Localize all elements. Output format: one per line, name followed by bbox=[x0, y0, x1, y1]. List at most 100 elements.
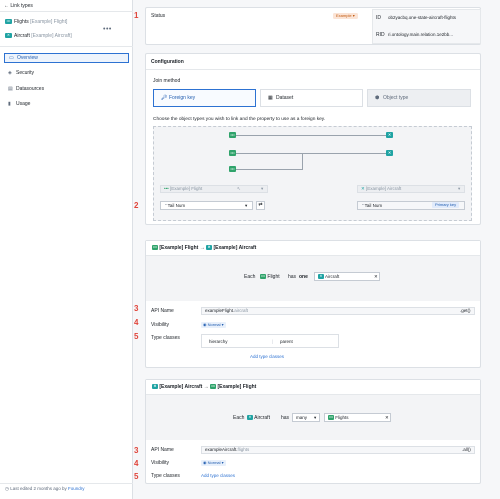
link-flight-to-aircraft-panel: ••• [Example] Flight → ✕ [Example] Aircr… bbox=[145, 240, 481, 368]
id-box: ID ob2yacbq.one-state-aircraft-flights R… bbox=[372, 9, 481, 44]
connector-line bbox=[236, 169, 303, 170]
aircraft-icon: ✕ bbox=[361, 186, 365, 191]
cardinality-sentence: Each ••• Flight has one ✕ Aircraft ✕ bbox=[146, 256, 480, 301]
visibility-dropdown[interactable]: ◉ Normal ▾ bbox=[201, 460, 226, 466]
step-marker: 4 bbox=[134, 459, 139, 468]
flight-node-icon: ••• bbox=[229, 150, 236, 156]
aircraft-node-icon: ✕ bbox=[386, 150, 393, 156]
source-object: ••• Flight bbox=[260, 274, 280, 280]
has-label: has bbox=[288, 274, 297, 280]
add-type-classes-link[interactable]: Add type classes bbox=[201, 473, 235, 478]
configuration-title: Configuration bbox=[151, 59, 184, 65]
type-class-entry[interactable]: hierarchy | parent bbox=[201, 334, 339, 348]
overview-icon: ▭ bbox=[9, 55, 14, 61]
id-key: ID bbox=[376, 15, 381, 21]
join-object-type[interactable]: ⬢ Object type bbox=[367, 89, 471, 107]
sidebar: ← Link types ••• Flights [Example] Flight… bbox=[0, 0, 133, 499]
sidebar-header: ← Link types bbox=[0, 0, 133, 12]
flight-icon: ••• bbox=[260, 274, 266, 280]
link-header: ✕ [Example] Aircraft → ••• [Example] Fli… bbox=[146, 380, 480, 395]
caret-down-icon: ▾ bbox=[245, 203, 248, 208]
eye-icon: ◉ bbox=[203, 460, 207, 465]
status-dropdown[interactable]: Example ▾ bbox=[333, 13, 358, 19]
link-aircraft-to-flight-panel: ✕ [Example] Aircraft → ••• [Example] Fli… bbox=[145, 379, 481, 484]
foundry-link[interactable]: Foundry bbox=[68, 486, 85, 491]
api-name-input[interactable]: exampleFlight.aircraft .get() bbox=[201, 307, 475, 315]
nav-usage[interactable]: ▮ Usage bbox=[4, 99, 129, 109]
left-object-select[interactable]: ••• [Example] Flight ↖ ▾ bbox=[160, 185, 268, 193]
connector-line bbox=[302, 153, 303, 170]
caret-down-icon: ▾ bbox=[221, 460, 224, 465]
step-marker: 5 bbox=[134, 332, 139, 341]
flight-node-icon: ••• bbox=[229, 166, 236, 172]
target-object-field[interactable]: ✕ Aircraft ✕ bbox=[314, 272, 380, 281]
nav-security[interactable]: ◈ Security bbox=[4, 68, 129, 78]
api-name-input[interactable]: exampleAircraft.flights .all() bbox=[201, 446, 475, 454]
link-header: ••• [Example] Flight → ✕ [Example] Aircr… bbox=[146, 241, 480, 256]
status-label: Status bbox=[151, 13, 166, 19]
type-classes-label: Type classes bbox=[151, 473, 180, 479]
divider bbox=[0, 46, 133, 47]
aircraft-icon: ✕ bbox=[318, 274, 324, 280]
status-panel: Status Example ▾ ID ob2yacbq.one-state-a… bbox=[145, 7, 481, 45]
step-marker: 3 bbox=[134, 304, 139, 313]
swap-button[interactable]: ⇄ bbox=[256, 201, 265, 210]
aircraft-icon: ✕ bbox=[152, 384, 158, 390]
flight-node-icon: ••• bbox=[229, 132, 236, 138]
help-text: Choose the object types you wish to link… bbox=[153, 117, 326, 122]
more-options-icon[interactable]: ••• bbox=[103, 26, 112, 33]
cube-icon: ⬢ bbox=[375, 95, 380, 101]
step-marker: 1 bbox=[134, 11, 139, 20]
right-property-field: ” Tail Num Primary key bbox=[357, 201, 465, 210]
type-class-value: parent bbox=[280, 339, 293, 344]
divider bbox=[0, 483, 133, 484]
step-marker: 4 bbox=[134, 318, 139, 327]
link-diagram: ••• ••• ••• ✕ ✕ ••• [Example] Flight ↖ ▾… bbox=[153, 126, 472, 221]
cursor-icon: ↖ bbox=[237, 186, 241, 191]
dataset-icon: ▦ bbox=[268, 95, 273, 101]
divider bbox=[146, 69, 480, 70]
visibility-dropdown[interactable]: ◉ Normal ▾ bbox=[201, 322, 226, 328]
rid-value: ri.ontology.main.relation.1e2bb... bbox=[388, 32, 453, 37]
flight-icon: ••• bbox=[328, 415, 334, 421]
right-object-select[interactable]: ✕ [Example] Aircraft ▾ bbox=[357, 185, 465, 193]
rid-key: RID bbox=[376, 32, 385, 38]
nav-datasources[interactable]: ▤ Datasources bbox=[4, 84, 129, 94]
flight-icon: ••• bbox=[210, 384, 217, 390]
add-type-classes-link[interactable]: Add type classes bbox=[250, 354, 284, 359]
nav-overview[interactable]: ▭ Overview bbox=[4, 53, 129, 63]
visibility-label: Visibility bbox=[151, 460, 169, 466]
aircraft-icon: ✕ bbox=[206, 245, 213, 251]
api-name-label: API Name bbox=[151, 308, 174, 314]
api-suffix: .get() bbox=[460, 308, 471, 313]
eye-icon: ◉ bbox=[203, 322, 207, 327]
cardinality-select[interactable]: many ▾ bbox=[292, 413, 320, 422]
key-icon: 🔑︎ bbox=[161, 95, 168, 101]
id-value: ob2yacbq.one-state-aircraft-flights bbox=[388, 15, 457, 20]
join-method-label: Join method bbox=[153, 78, 181, 84]
left-property-select[interactable]: ” Tail Num ▾ bbox=[160, 201, 253, 210]
step-marker: 5 bbox=[134, 472, 139, 481]
separator: | bbox=[272, 339, 274, 344]
clear-icon[interactable]: ✕ bbox=[385, 414, 389, 421]
caret-down-icon: ▾ bbox=[221, 322, 224, 327]
connector-line bbox=[236, 135, 386, 136]
usage-icon: ▮ bbox=[8, 101, 11, 107]
join-foreign-key[interactable]: 🔑︎ Foreign key bbox=[153, 89, 256, 107]
target-object-field[interactable]: ••• Flights ✕ bbox=[324, 413, 391, 422]
api-suffix: .all() bbox=[462, 447, 471, 452]
api-name-label: API Name bbox=[151, 447, 174, 453]
text-type-icon: ” bbox=[165, 203, 167, 208]
type-class-key: hierarchy bbox=[209, 339, 228, 344]
join-dataset[interactable]: ▦ Dataset bbox=[260, 89, 363, 107]
back-link-types[interactable]: ← Link types bbox=[4, 3, 33, 9]
last-edited: ◷ Last edited 2 months ago by Foundry bbox=[5, 486, 85, 491]
clear-icon[interactable]: ✕ bbox=[374, 273, 378, 280]
cardinality-value: one bbox=[299, 274, 308, 280]
aircraft-icon: ✕ bbox=[247, 415, 253, 421]
sidebar-link-flights: ••• Flights [Example] Flight] bbox=[5, 19, 68, 25]
step-marker: 3 bbox=[134, 446, 139, 455]
type-classes-label: Type classes bbox=[151, 335, 180, 341]
aircraft-icon: ✕ bbox=[5, 33, 12, 39]
sidebar-link-aircraft: ✕ Aircraft [Example] Aircraft] bbox=[5, 33, 72, 39]
